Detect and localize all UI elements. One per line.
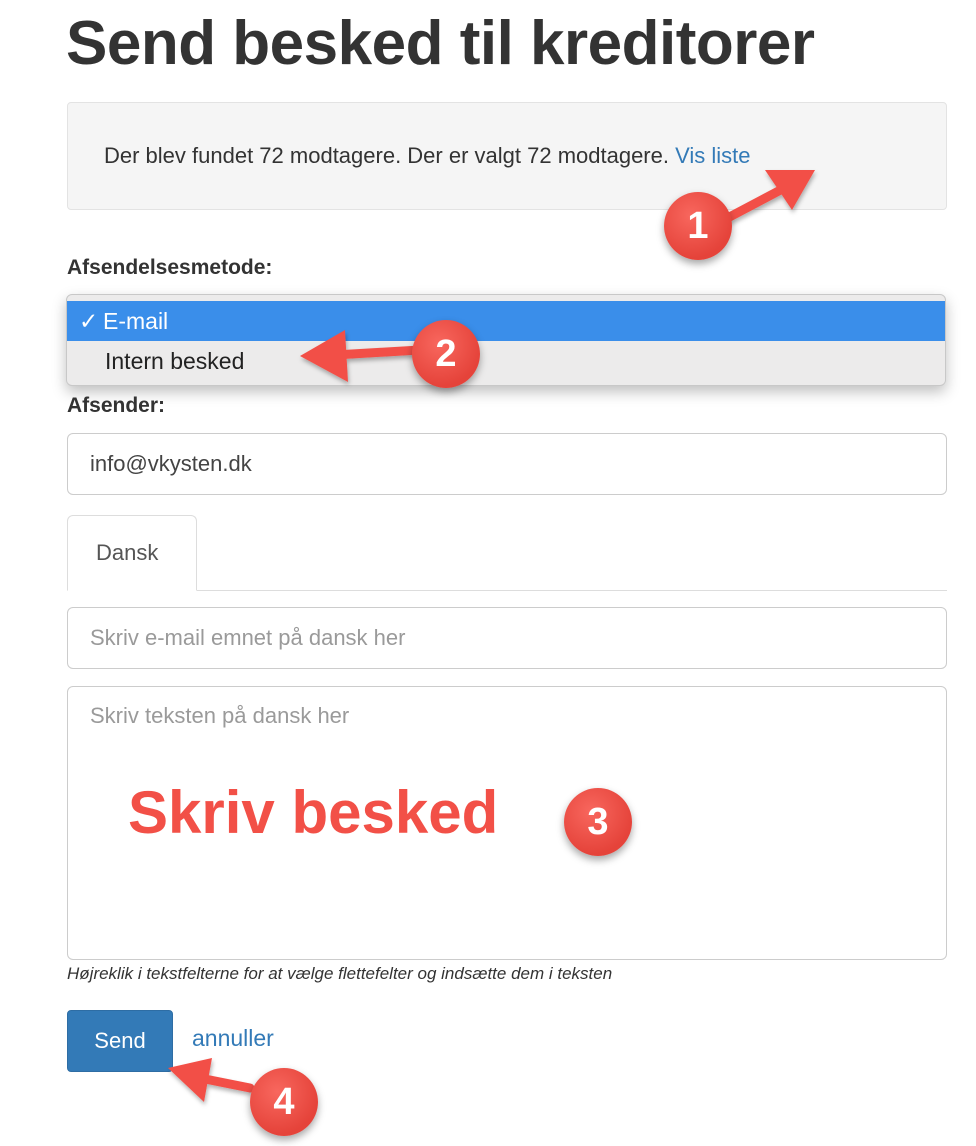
cancel-link[interactable]: annuller <box>192 1025 274 1052</box>
tab-bar-divider <box>67 590 947 591</box>
tab-danish[interactable]: Dansk <box>67 515 197 591</box>
step-badge-1: 1 <box>664 192 732 260</box>
merge-fields-hint: Højreklik i tekstfelterne for at vælge f… <box>67 964 613 983</box>
write-message-annotation: Skriv besked <box>128 779 499 846</box>
option-email-label: E-mail <box>103 308 169 334</box>
recipients-info-box: Der blev fundet 72 modtagere. Der er val… <box>67 102 947 210</box>
recipients-info: Der blev fundet 72 modtagere. Der er val… <box>104 143 751 169</box>
option-internal-message[interactable]: Intern besked <box>67 341 945 381</box>
show-list-link[interactable]: Vis liste <box>675 143 750 168</box>
send-method-dropdown[interactable]: ✓ E-mail Intern besked <box>66 294 946 386</box>
option-internal-message-label: Intern besked <box>105 348 245 374</box>
arrow-4 <box>168 1058 255 1102</box>
recipients-count-text: Der blev fundet 72 modtagere. Der er val… <box>104 143 669 168</box>
subject-input[interactable] <box>67 607 947 669</box>
send-method-label: Afsendelsesmetode: <box>67 256 273 279</box>
page-title: Send besked til kreditorer <box>66 9 815 78</box>
checkmark-icon: ✓ <box>79 308 99 334</box>
sender-input[interactable] <box>67 433 947 495</box>
tab-danish-label: Dansk <box>96 540 159 565</box>
sender-label: Afsender: <box>67 394 166 417</box>
send-button[interactable]: Send <box>67 1010 173 1072</box>
option-email[interactable]: ✓ E-mail <box>67 301 945 341</box>
step-badge-2: 2 <box>412 320 480 388</box>
step-badge-3: 3 <box>564 788 632 856</box>
step-badge-4: 4 <box>250 1068 318 1136</box>
